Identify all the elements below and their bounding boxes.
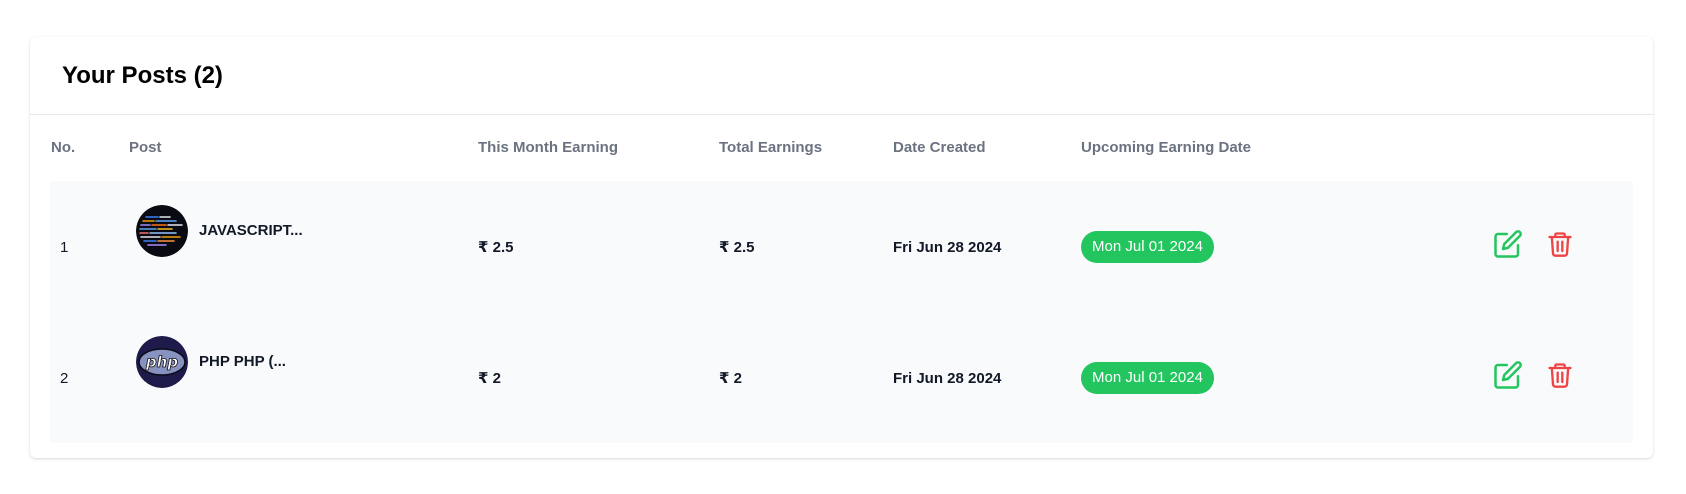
- delete-button[interactable]: [1544, 359, 1576, 391]
- svg-text:php: php: [145, 353, 178, 371]
- month-earning: ₹ 2: [478, 370, 501, 387]
- header-total-earnings: Total Earnings: [719, 139, 823, 156]
- header-date-created: Date Created: [893, 139, 986, 156]
- edit-button[interactable]: [1492, 228, 1524, 260]
- date-created: Fri Jun 28 2024: [893, 239, 1002, 256]
- delete-button[interactable]: [1544, 228, 1576, 260]
- trash-icon: [1548, 363, 1572, 388]
- month-earning: ₹ 2.5: [478, 239, 514, 256]
- javascript-code-thumbnail-icon: [136, 205, 188, 257]
- row-number: 1: [60, 239, 69, 256]
- edit-icon: [1494, 230, 1522, 258]
- card-header: Your Posts (2): [30, 37, 1653, 115]
- table-body: 1 JAVASCRIPT... ₹ 2.5 ₹ 2.5 Fri Jun 28 2…: [50, 181, 1633, 443]
- total-earnings: ₹ 2: [719, 370, 742, 387]
- trash-icon: [1548, 232, 1572, 257]
- php-logo-thumbnail-icon: php: [136, 336, 188, 388]
- posts-card: Your Posts (2) No. Post This Month Earni…: [30, 37, 1653, 458]
- edit-button[interactable]: [1492, 359, 1524, 391]
- table-row: 2 php PHP PHP (... ₹ 2 ₹ 2 Fri Jun 28 20…: [50, 312, 1633, 443]
- date-created: Fri Jun 28 2024: [893, 370, 1002, 387]
- header-post: Post: [129, 139, 162, 156]
- header-no: No.: [51, 139, 76, 156]
- upcoming-date-badge: Mon Jul 01 2024: [1081, 231, 1214, 263]
- header-month-earning: This Month Earning: [478, 139, 618, 156]
- posts-table: No. Post This Month Earning Total Earnin…: [50, 115, 1633, 443]
- post-title: JAVASCRIPT...: [199, 221, 303, 239]
- table-header: No. Post This Month Earning Total Earnin…: [50, 115, 1633, 181]
- header-upcoming-date: Upcoming Earning Date: [1081, 139, 1252, 156]
- row-number: 2: [60, 370, 69, 387]
- total-earnings: ₹ 2.5: [719, 239, 755, 256]
- upcoming-date-badge: Mon Jul 01 2024: [1081, 362, 1214, 394]
- post-cell[interactable]: php PHP PHP (...: [136, 336, 286, 388]
- page-title: Your Posts (2): [62, 61, 223, 89]
- post-title: PHP PHP (...: [199, 352, 286, 370]
- table-row: 1 JAVASCRIPT... ₹ 2.5 ₹ 2.5 Fri Jun 28 2…: [50, 181, 1633, 312]
- post-cell[interactable]: JAVASCRIPT...: [136, 205, 303, 257]
- edit-icon: [1494, 361, 1522, 389]
